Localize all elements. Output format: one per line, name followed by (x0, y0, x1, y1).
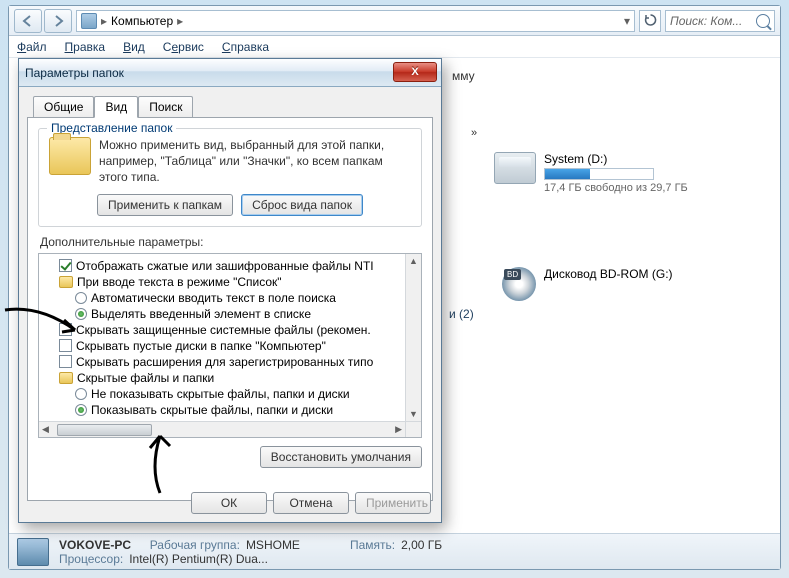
scroll-thumb[interactable] (57, 424, 152, 436)
folder-icon (59, 276, 73, 288)
folder-views-group: Представление папок Можно применить вид,… (38, 128, 422, 227)
apply-button[interactable]: Применить (355, 492, 431, 514)
close-icon: X (411, 66, 418, 78)
search-field[interactable]: Поиск: Ком... (665, 10, 775, 32)
dialog-title: Параметры папок (25, 66, 124, 80)
breadcrumb-arrow-icon: ▸ (101, 14, 107, 28)
hdd-icon (494, 152, 536, 184)
menu-view[interactable]: Вид (123, 40, 145, 54)
menu-file[interactable]: Файл (17, 40, 47, 54)
devices-panel-2: Дисковод BD-ROM (G:) (494, 267, 673, 323)
status-computer-name: VOKOVE-PC (59, 538, 131, 552)
chevron-down-icon[interactable]: ▾ (624, 14, 630, 28)
search-placeholder: Поиск: Ком... (670, 14, 742, 28)
tab-search[interactable]: Поиск (138, 96, 193, 118)
arrow-left-icon (21, 15, 35, 27)
scroll-corner (405, 421, 421, 437)
apply-to-folders-button[interactable]: Применить к папкам (97, 194, 233, 216)
status-workgroup-label: Рабочая группа: (150, 538, 240, 552)
drive-free-text: 17,4 ГБ свободно из 29,7 ГБ (544, 182, 688, 194)
refresh-icon (644, 14, 657, 27)
opt-select-typed[interactable]: Выделять введенный элемент в списке (41, 306, 403, 322)
computer-icon (17, 538, 49, 566)
group-description: Можно применить вид, выбранный для этой … (99, 137, 411, 186)
opt-dont-show-hidden[interactable]: Не показывать скрытые файлы, папки и дис… (41, 386, 403, 402)
opt-auto-search[interactable]: Автоматически вводить текст в поле поиск… (41, 290, 403, 306)
status-cpu-label: Процессор: (59, 552, 123, 566)
status-memory: 2,00 ГБ (401, 538, 442, 552)
address-field[interactable]: ▸ Компьютер ▸ ▾ (76, 10, 635, 32)
drive-usage-fill (545, 169, 590, 179)
radio-icon[interactable] (75, 388, 87, 400)
drive-usage-bar (544, 168, 654, 180)
opt-hide-extensions[interactable]: Скрывать расширения для зарегистрированн… (41, 354, 403, 370)
arrow-right-icon (51, 15, 65, 27)
opt-hide-empty-drives[interactable]: Скрывать пустые диски в папке "Компьютер… (41, 338, 403, 354)
opt-show-encrypted[interactable]: Отображать сжатые или зашифрованные файл… (41, 258, 403, 274)
tab-bar: Общие Вид Поиск (33, 95, 433, 117)
vertical-scrollbar[interactable] (405, 254, 421, 421)
opt-hidden-files: Скрытые файлы и папки (41, 370, 403, 386)
horizontal-scrollbar[interactable] (39, 421, 405, 437)
drive-item-d[interactable]: System (D:) 17,4 ГБ свободно из 29,7 ГБ (494, 152, 688, 194)
computer-icon (81, 13, 97, 29)
reset-folders-button[interactable]: Сброс вида папок (241, 194, 363, 216)
status-bar: VOKOVE-PC Рабочая группа: MSHOME Процесс… (9, 533, 780, 569)
menu-bar: Файл Правка Вид Сервис Справка (9, 36, 780, 58)
checkbox-icon[interactable] (59, 355, 72, 368)
dialog-title-bar[interactable]: Параметры папок (19, 59, 441, 87)
bd-rom-icon (494, 267, 536, 301)
opt-hide-protected[interactable]: Скрывать защищенные системные файлы (рек… (41, 322, 403, 338)
advanced-settings-list: Отображать сжатые или зашифрованные файл… (38, 253, 422, 438)
advanced-label: Дополнительные параметры: (40, 235, 422, 249)
overflow-indicator[interactable]: » (471, 127, 477, 139)
tab-view[interactable]: Вид (94, 96, 138, 118)
refresh-button[interactable] (639, 10, 661, 32)
radio-icon[interactable] (75, 292, 87, 304)
dialog-buttons: ОК Отмена Применить (191, 492, 431, 514)
checkbox-icon[interactable] (59, 323, 72, 336)
folder-options-dialog: Параметры папок X Общие Вид Поиск Предст… (18, 58, 442, 523)
address-bar: ▸ Компьютер ▸ ▾ Поиск: Ком... (9, 6, 780, 36)
drive-name: System (D:) (544, 152, 688, 166)
close-button[interactable]: X (393, 62, 437, 82)
forward-button[interactable] (44, 9, 72, 33)
opt-show-hidden[interactable]: Показывать скрытые файлы, папки и диски (41, 402, 403, 418)
group-header-partial: и (2) (449, 307, 474, 321)
tab-panel-view: Представление папок Можно применить вид,… (27, 117, 433, 501)
radio-icon[interactable] (75, 404, 87, 416)
folder-icon (49, 137, 91, 175)
status-memory-label: Память: (350, 538, 395, 552)
menu-edit[interactable]: Правка (65, 40, 106, 54)
menu-service[interactable]: Сервис (163, 40, 204, 54)
back-button[interactable] (14, 9, 42, 33)
restore-defaults-button[interactable]: Восстановить умолчания (260, 446, 422, 468)
drive-name: Дисковод BD-ROM (G:) (544, 267, 673, 281)
devices-panel: System (D:) 17,4 ГБ свободно из 29,7 ГБ (494, 152, 688, 216)
search-icon (756, 14, 770, 28)
drive-item-g[interactable]: Дисковод BD-ROM (G:) (494, 267, 673, 301)
tab-general[interactable]: Общие (33, 96, 94, 118)
obscured-text: мму (452, 69, 475, 83)
status-workgroup: MSHOME (246, 538, 300, 552)
ok-button[interactable]: ОК (191, 492, 267, 514)
status-cpu: Intel(R) Pentium(R) Dua... (129, 552, 268, 566)
breadcrumb-location[interactable]: Компьютер (111, 14, 173, 28)
breadcrumb-arrow-icon: ▸ (177, 14, 183, 28)
menu-help[interactable]: Справка (222, 40, 269, 54)
radio-icon[interactable] (75, 308, 87, 320)
checkbox-icon[interactable] (59, 339, 72, 352)
checkbox-icon[interactable] (59, 259, 72, 272)
opt-list-typing: При вводе текста в режиме "Список" (41, 274, 403, 290)
cancel-button[interactable]: Отмена (273, 492, 349, 514)
folder-icon (59, 372, 73, 384)
